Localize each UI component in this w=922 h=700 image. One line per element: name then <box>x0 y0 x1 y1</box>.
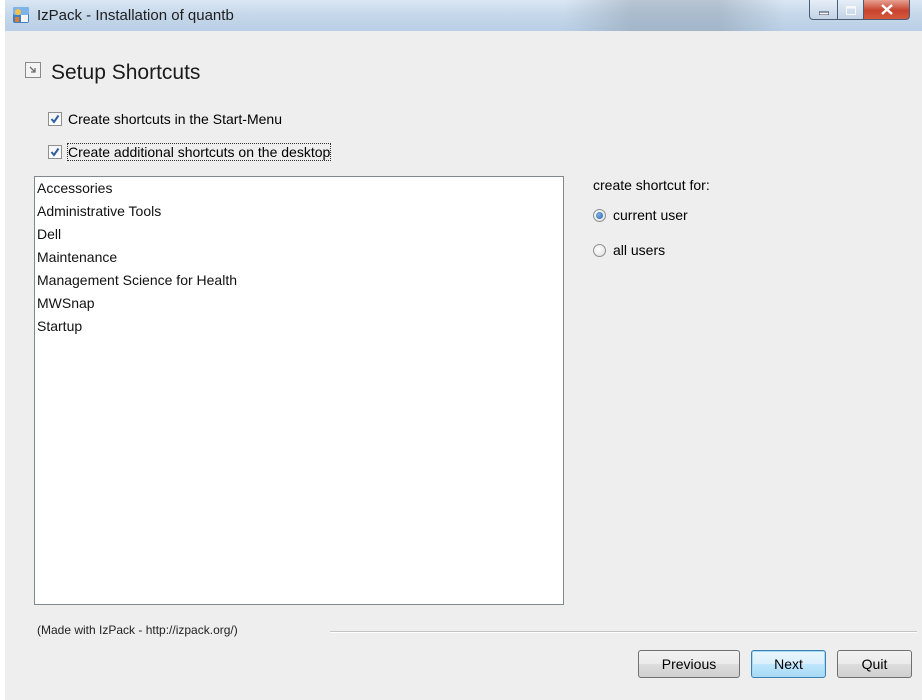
shortcut-icon <box>25 62 41 78</box>
izpack-credit: (Made with IzPack - http://izpack.org/) <box>37 623 238 637</box>
minimize-button[interactable] <box>809 0 838 20</box>
footer-divider <box>330 631 917 633</box>
start-menu-option[interactable]: Create shortcuts in the Start-Menu <box>48 111 282 127</box>
installer-panel: Setup Shortcuts Create shortcuts in the … <box>5 31 922 700</box>
next-button[interactable]: Next <box>751 650 826 678</box>
quit-button[interactable]: Quit <box>837 650 912 678</box>
list-item[interactable]: Dell <box>35 223 563 246</box>
start-menu-checkbox[interactable] <box>48 112 62 126</box>
all-users-option[interactable]: all users <box>593 242 665 258</box>
previous-button[interactable]: Previous <box>638 650 740 678</box>
izpack-app-icon <box>12 6 30 24</box>
close-icon <box>880 2 893 18</box>
page-title: Setup Shortcuts <box>51 61 201 84</box>
title-bar[interactable]: IzPack - Installation of quantb <box>5 0 922 31</box>
list-item[interactable]: Accessories <box>35 177 563 200</box>
maximize-button[interactable] <box>838 0 864 20</box>
all-users-radio[interactable] <box>593 243 606 257</box>
list-item[interactable]: MWSnap <box>35 292 563 315</box>
start-menu-label: Create shortcuts in the Start-Menu <box>68 111 282 127</box>
scope-label: create shortcut for: <box>593 177 710 193</box>
maximize-icon <box>845 2 856 18</box>
all-users-label: all users <box>613 242 666 258</box>
minimize-icon <box>818 2 829 18</box>
current-user-option[interactable]: current user <box>593 207 688 223</box>
window-title: IzPack - Installation of quantb <box>37 7 234 24</box>
list-item[interactable]: Startup <box>35 315 563 338</box>
current-user-label: current user <box>613 207 688 223</box>
program-group-list[interactable]: Accessories Administrative Tools Dell Ma… <box>34 176 564 605</box>
desktop-checkbox[interactable] <box>48 145 62 159</box>
desktop-label: Create additional shortcuts on the deskt… <box>66 143 332 161</box>
list-item[interactable]: Maintenance <box>35 246 563 269</box>
list-item[interactable]: Administrative Tools <box>35 200 563 223</box>
current-user-radio[interactable] <box>593 208 606 222</box>
close-button[interactable] <box>864 0 910 20</box>
desktop-option[interactable]: Create additional shortcuts on the deskt… <box>48 143 332 161</box>
list-item[interactable]: Management Science for Health <box>35 269 563 292</box>
